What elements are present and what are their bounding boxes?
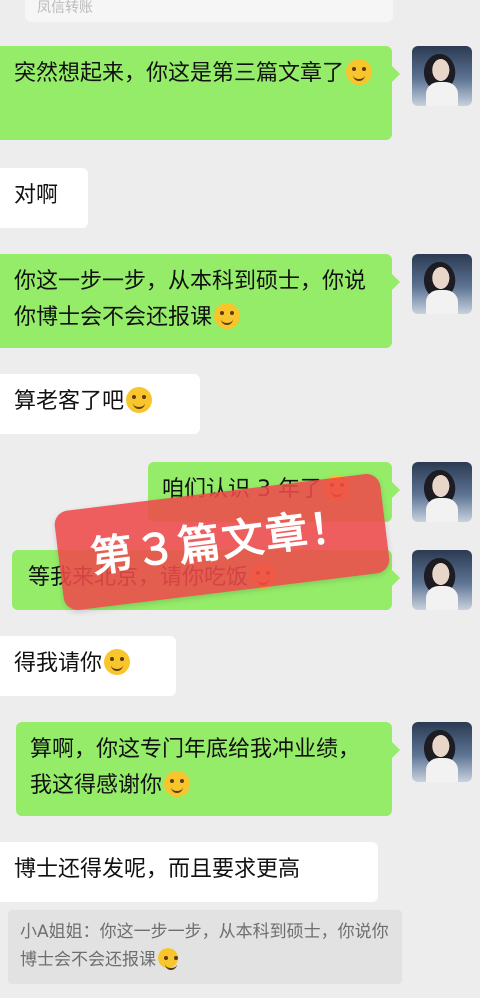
- smiling-emoji-icon: [126, 387, 153, 413]
- avatar[interactable]: [412, 722, 472, 782]
- quoted-message[interactable]: 小A姐姐：你这一步一步，从本科到硕士，你说你博士会不会还报课: [8, 910, 402, 984]
- message-text: 算老客了吧: [14, 389, 125, 414]
- message-bubble-sent[interactable]: 算啊，你这专门年底给我冲业绩，我这得感谢你: [16, 722, 400, 816]
- message-bubble-received[interactable]: 算老客了吧: [0, 374, 200, 434]
- laughing-crying-emoji-icon: [346, 59, 373, 85]
- avatar[interactable]: [412, 550, 472, 610]
- message-bubble-sent[interactable]: 突然想起来，你这是第三篇文章了: [0, 46, 400, 140]
- thinking-emoji-icon: [214, 303, 241, 329]
- hand-over-mouth-emoji-icon: [104, 649, 131, 675]
- thinking-emoji-icon: [164, 771, 191, 797]
- avatar[interactable]: [412, 462, 472, 522]
- message-text: 突然想起来，你这是第三篇文章了: [14, 61, 345, 86]
- avatar[interactable]: [412, 46, 472, 106]
- message-text: 你这一步一步，从本科到硕士，你说你博士会不会还报课: [14, 269, 367, 330]
- message-text: 对啊: [14, 183, 59, 208]
- partial-transfer-card[interactable]: 凤信转账: [25, 0, 393, 22]
- message-text: 得我请你: [14, 651, 103, 676]
- message-bubble-received[interactable]: 博士还得发呢，而且要求更高: [0, 842, 378, 902]
- stamp-text: 第３篇文章！: [87, 501, 356, 582]
- quoted-text: 小A姐姐：你这一步一步，从本科到硕士，你说你博士会不会还报课: [20, 922, 389, 970]
- message-bubble-received[interactable]: 对啊: [0, 168, 88, 228]
- partial-card-text: 凤信转账: [37, 0, 93, 16]
- message-text: 博士还得发呢，而且要求更高: [14, 857, 301, 882]
- thinking-emoji-icon: [158, 948, 178, 970]
- message-bubble-received[interactable]: 得我请你: [0, 636, 176, 696]
- avatar[interactable]: [412, 254, 472, 314]
- message-bubble-sent[interactable]: 你这一步一步，从本科到硕士，你说你博士会不会还报课: [0, 254, 400, 348]
- message-text: 算啊，你这专门年底给我冲业绩，我这得感谢你: [30, 737, 361, 798]
